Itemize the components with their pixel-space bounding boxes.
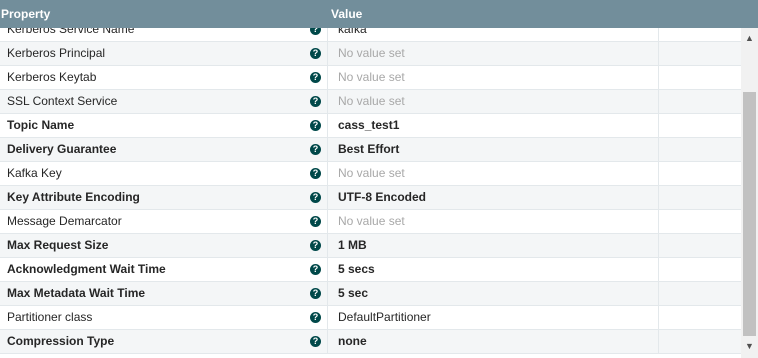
table-row[interactable]: Delivery Guarantee? Best Effort [0, 138, 741, 162]
help-icon[interactable]: ? [310, 264, 321, 275]
scroll-up-arrow-icon[interactable]: ▲ [741, 30, 758, 47]
property-value: No value set [338, 70, 405, 84]
table-row[interactable]: Kerberos Keytab? No value set [0, 66, 741, 90]
property-value: No value set [338, 166, 405, 180]
property-name: Acknowledgment Wait Time [7, 262, 166, 276]
property-cell: Max Metadata Wait Time? [0, 282, 327, 305]
value-cell[interactable]: 1 MB [327, 234, 659, 257]
property-column-header[interactable]: Property [1, 0, 50, 28]
table-row[interactable]: SSL Context Service? No value set [0, 90, 741, 114]
property-value: No value set [338, 94, 405, 108]
table-row[interactable]: Max Request Size? 1 MB [0, 234, 741, 258]
property-value: none [338, 334, 367, 348]
property-cell: SSL Context Service? [0, 90, 327, 113]
properties-rows: Kerberos Service Name? kafka Kerberos Prin… [0, 28, 741, 354]
table-row[interactable]: Compression Type? none [0, 330, 741, 354]
property-value: 1 MB [338, 238, 367, 252]
vertical-scrollbar[interactable]: ▲ ▼ [741, 28, 758, 358]
property-value: kafka [338, 28, 367, 36]
table-row[interactable]: Partitioner class? DefaultPartitioner [0, 306, 741, 330]
property-cell: Kerberos Principal? [0, 42, 327, 65]
property-value: No value set [338, 214, 405, 228]
value-cell[interactable]: No value set [327, 90, 659, 113]
value-cell[interactable]: none [327, 330, 659, 353]
property-name: Message Demarcator [7, 214, 122, 228]
table-row[interactable]: Topic Name? cass_test1 [0, 114, 741, 138]
table-row[interactable]: Max Metadata Wait Time? 5 sec [0, 282, 741, 306]
help-icon[interactable]: ? [310, 336, 321, 347]
help-icon[interactable]: ? [310, 28, 321, 35]
property-cell: Delivery Guarantee? [0, 138, 327, 161]
property-name: Kerberos Principal [7, 46, 106, 60]
value-column-header[interactable]: Value [331, 0, 362, 28]
help-icon[interactable]: ? [310, 72, 321, 83]
property-value: DefaultPartitioner [338, 310, 431, 324]
value-cell[interactable]: kafka [327, 28, 659, 41]
property-cell: Max Request Size? [0, 234, 327, 257]
property-cell: Kerberos Service Name? [0, 28, 327, 41]
value-cell[interactable]: DefaultPartitioner [327, 306, 659, 329]
property-name: Topic Name [7, 118, 75, 132]
table-row[interactable]: Kerberos Principal? No value set [0, 42, 741, 66]
property-name: Key Attribute Encoding [7, 190, 140, 204]
property-cell: Topic Name? [0, 114, 327, 137]
value-cell[interactable]: 5 sec [327, 282, 659, 305]
properties-table: Kerberos Service Name? kafka Kerberos Prin… [0, 28, 741, 358]
property-value: No value set [338, 46, 405, 60]
property-cell: Key Attribute Encoding? [0, 186, 327, 209]
property-name: Kerberos Keytab [7, 70, 97, 84]
table-header: Property Value [0, 0, 758, 28]
table-row[interactable]: Message Demarcator? No value set [0, 210, 741, 234]
scrollbar-thumb[interactable] [743, 92, 756, 336]
property-name: Max Metadata Wait Time [7, 286, 146, 300]
help-icon[interactable]: ? [310, 168, 321, 179]
scroll-down-arrow-icon[interactable]: ▼ [741, 338, 758, 355]
property-cell: Partitioner class? [0, 306, 327, 329]
help-icon[interactable]: ? [310, 48, 321, 59]
property-cell: Message Demarcator? [0, 210, 327, 233]
help-icon[interactable]: ? [310, 288, 321, 299]
value-cell[interactable]: cass_test1 [327, 114, 659, 137]
property-name: SSL Context Service [7, 94, 118, 108]
value-cell[interactable]: UTF-8 Encoded [327, 186, 659, 209]
property-name: Compression Type [7, 334, 115, 348]
property-name: Kafka Key [7, 166, 62, 180]
value-cell[interactable]: Best Effort [327, 138, 659, 161]
help-icon[interactable]: ? [310, 240, 321, 251]
help-icon[interactable]: ? [310, 96, 321, 107]
property-value: cass_test1 [338, 118, 400, 132]
property-name: Delivery Guarantee [7, 142, 117, 156]
property-cell: Kafka Key? [0, 162, 327, 185]
help-icon[interactable]: ? [310, 144, 321, 155]
table-row[interactable]: Acknowledgment Wait Time? 5 secs [0, 258, 741, 282]
value-cell[interactable]: No value set [327, 42, 659, 65]
property-value: Best Effort [338, 142, 400, 156]
property-value: UTF-8 Encoded [338, 190, 427, 204]
property-name: Max Request Size [7, 238, 109, 252]
property-cell: Acknowledgment Wait Time? [0, 258, 327, 281]
property-cell: Compression Type? [0, 330, 327, 353]
value-cell[interactable]: No value set [327, 210, 659, 233]
property-name: Partitioner class [7, 310, 93, 324]
help-icon[interactable]: ? [310, 216, 321, 227]
value-cell[interactable]: 5 secs [327, 258, 659, 281]
table-row[interactable]: Kafka Key? No value set [0, 162, 741, 186]
value-cell[interactable]: No value set [327, 162, 659, 185]
property-cell: Kerberos Keytab? [0, 66, 327, 89]
property-value: 5 secs [338, 262, 375, 276]
help-icon[interactable]: ? [310, 192, 321, 203]
property-value: 5 sec [338, 286, 369, 300]
table-row[interactable]: Kerberos Service Name? kafka [0, 28, 741, 42]
property-name: Kerberos Service Name [7, 28, 135, 36]
value-cell[interactable]: No value set [327, 66, 659, 89]
help-icon[interactable]: ? [310, 120, 321, 131]
table-row[interactable]: Key Attribute Encoding? UTF-8 Encoded [0, 186, 741, 210]
help-icon[interactable]: ? [310, 312, 321, 323]
